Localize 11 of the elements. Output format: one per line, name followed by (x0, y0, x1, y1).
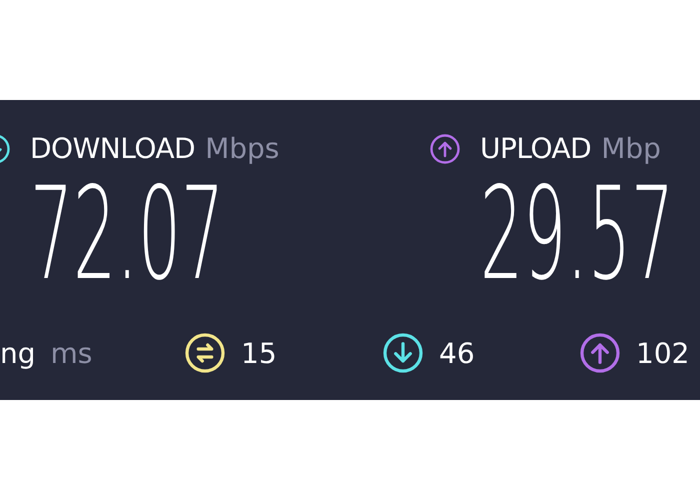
latency-value: 102 (636, 336, 690, 370)
speed-label: UPLOAD (480, 132, 592, 165)
latency-value: 15 (241, 336, 277, 370)
speed-label: DOWNLOAD (30, 132, 196, 165)
unit-label: ms (50, 336, 92, 370)
ping-label: ng (0, 336, 36, 370)
speed-value: 29.57 (480, 171, 674, 299)
latency-value: 46 (439, 336, 475, 370)
unit-label: Mbps (205, 132, 280, 165)
speed-value: 72.07 (30, 171, 224, 299)
unit-label: Mbp (601, 132, 661, 165)
